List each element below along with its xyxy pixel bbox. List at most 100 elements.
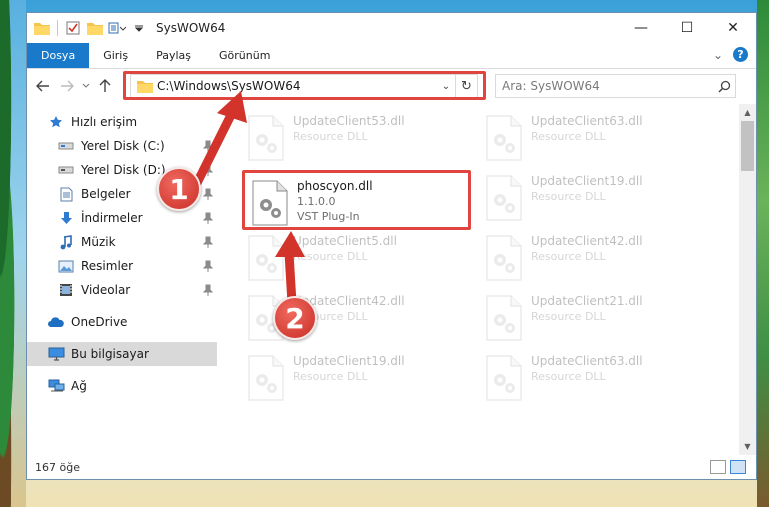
ribbon-right: ⌄ ? — [713, 47, 748, 62]
sidebar-item-label: Yerel Disk (D:) — [81, 163, 166, 177]
pin-icon — [203, 164, 213, 176]
forward-arrow-icon — [61, 80, 74, 92]
search-input[interactable] — [502, 76, 713, 96]
cloud-icon — [47, 314, 65, 330]
sidebar-item-downloads[interactable]: İndirmeler — [27, 206, 217, 230]
title-bar: SysWOW64 — ☐ ✕ — [27, 13, 756, 43]
file-name: UpdateClient19.dll — [293, 354, 405, 368]
explorer-window: SysWOW64 — ☐ ✕ Dosya Giriş Paylaş Görünü… — [26, 12, 757, 480]
star-icon — [47, 114, 65, 130]
tab-home[interactable]: Giriş — [89, 43, 142, 68]
file-type: Resource DLL — [293, 250, 368, 263]
pin-icon — [203, 284, 213, 296]
file-type: Resource DLL — [293, 130, 368, 143]
drive-icon — [57, 138, 75, 154]
dll-file-icon — [486, 175, 522, 221]
sidebar-item-quick-access[interactable]: Hızlı erişim — [27, 110, 217, 134]
close-button[interactable]: ✕ — [710, 13, 756, 43]
pin-icon — [203, 212, 213, 224]
file-type: Resource DLL — [531, 130, 606, 143]
item-count: 167 öğe — [35, 460, 80, 474]
tab-file[interactable]: Dosya — [27, 43, 90, 68]
recent-locations-button[interactable] — [79, 74, 93, 98]
download-icon — [57, 210, 75, 226]
vertical-scrollbar[interactable]: ▲ ▼ — [739, 104, 756, 455]
window-controls: — ☐ ✕ — [618, 13, 756, 43]
desktop-wallpaper-right — [757, 0, 769, 507]
step-marker-2: 2 — [273, 296, 317, 340]
sidebar-item-label: Hızlı erişim — [71, 115, 138, 129]
file-item[interactable]: UpdateClient53.dll Resource DLL — [241, 112, 467, 168]
music-icon — [57, 234, 75, 250]
large-icons-view-icon[interactable] — [730, 460, 746, 474]
forward-button[interactable] — [55, 74, 79, 98]
sidebar-item-pictures[interactable]: Resimler — [27, 254, 217, 278]
tab-share[interactable]: Paylaş — [142, 43, 205, 68]
explorer-body: Hızlı erişim Yerel Disk (C:) Yerel Disk … — [27, 104, 756, 455]
sidebar-item-music[interactable]: Müzik — [27, 230, 217, 254]
sidebar-item-disk-c[interactable]: Yerel Disk (C:) — [27, 134, 217, 158]
computer-icon — [47, 346, 65, 362]
back-arrow-icon — [36, 80, 49, 92]
details-view-icon[interactable] — [710, 460, 726, 474]
sidebar-item-label: Belgeler — [81, 187, 131, 201]
back-button[interactable] — [31, 74, 55, 98]
chevron-down-icon — [82, 83, 90, 88]
window-title: SysWOW64 — [156, 21, 226, 35]
tab-view[interactable]: Görünüm — [205, 43, 284, 68]
dll-file-icon — [248, 115, 284, 161]
dll-file-icon — [248, 355, 284, 401]
sidebar-item-label: İndirmeler — [81, 211, 143, 225]
file-item[interactable]: UpdateClient21.dll Resource DLL — [479, 292, 705, 348]
documents-icon — [57, 186, 75, 202]
file-type: Resource DLL — [531, 370, 606, 383]
properties-icon[interactable] — [64, 19, 82, 37]
file-item[interactable]: UpdateClient63.dll Resource DLL — [479, 112, 705, 168]
pictures-icon — [57, 258, 75, 274]
file-list: UpdateClient53.dll Resource DLL phoscyon… — [217, 104, 756, 455]
file-item[interactable]: UpdateClient42.dll Resource DLL — [479, 232, 705, 288]
file-item[interactable]: UpdateClient19.dll Resource DLL — [241, 352, 467, 408]
minimize-button[interactable]: — — [618, 13, 664, 43]
file-type: Resource DLL — [531, 250, 606, 263]
quick-access-toolbar — [27, 19, 148, 37]
file-highlight-box — [242, 170, 471, 230]
sidebar-item-label: Müzik — [81, 235, 116, 249]
file-item[interactable]: UpdateClient63.dll Resource DLL — [479, 352, 705, 408]
file-item[interactable]: UpdateClient5.dll Resource DLL — [241, 232, 467, 288]
dll-file-icon — [248, 235, 284, 281]
dll-file-icon — [486, 235, 522, 281]
scroll-down-icon[interactable]: ▼ — [739, 438, 756, 455]
dll-file-icon — [486, 295, 522, 341]
videos-icon — [57, 282, 75, 298]
file-type: Resource DLL — [531, 190, 606, 203]
up-button[interactable] — [93, 74, 117, 98]
file-name: UpdateClient53.dll — [293, 114, 405, 128]
status-bar: 167 öğe — [27, 455, 756, 479]
file-item[interactable]: UpdateClient19.dll Resource DLL — [479, 172, 705, 228]
file-type: Resource DLL — [293, 370, 368, 383]
sidebar-item-network[interactable]: Ağ — [27, 374, 217, 398]
pin-icon — [203, 188, 213, 200]
maximize-button[interactable]: ☐ — [664, 13, 710, 43]
sidebar-item-label: Resimler — [81, 259, 134, 273]
pin-icon — [203, 140, 213, 152]
customize-toolbar-icon[interactable] — [108, 19, 126, 37]
help-icon[interactable]: ? — [733, 47, 748, 62]
expand-ribbon-icon[interactable]: ⌄ — [713, 48, 723, 62]
step-marker-1: 1 — [157, 167, 201, 211]
file-name: UpdateClient63.dll — [531, 114, 643, 128]
file-name: UpdateClient19.dll — [531, 174, 643, 188]
sidebar-item-label: Videolar — [81, 283, 131, 297]
sidebar-item-videos[interactable]: Videolar — [27, 278, 217, 302]
new-folder-icon[interactable] — [86, 19, 104, 37]
sidebar-item-onedrive[interactable]: OneDrive — [27, 310, 217, 334]
search-icon[interactable] — [713, 80, 735, 93]
scroll-thumb[interactable] — [741, 121, 754, 171]
search-box[interactable] — [495, 74, 736, 98]
scroll-up-icon[interactable]: ▲ — [739, 104, 756, 121]
sidebar-item-this-pc[interactable]: Bu bilgisayar — [27, 342, 217, 366]
file-type: Resource DLL — [531, 310, 606, 323]
sidebar-item-label: Bu bilgisayar — [71, 347, 149, 361]
qat-dropdown-icon[interactable] — [130, 19, 148, 37]
